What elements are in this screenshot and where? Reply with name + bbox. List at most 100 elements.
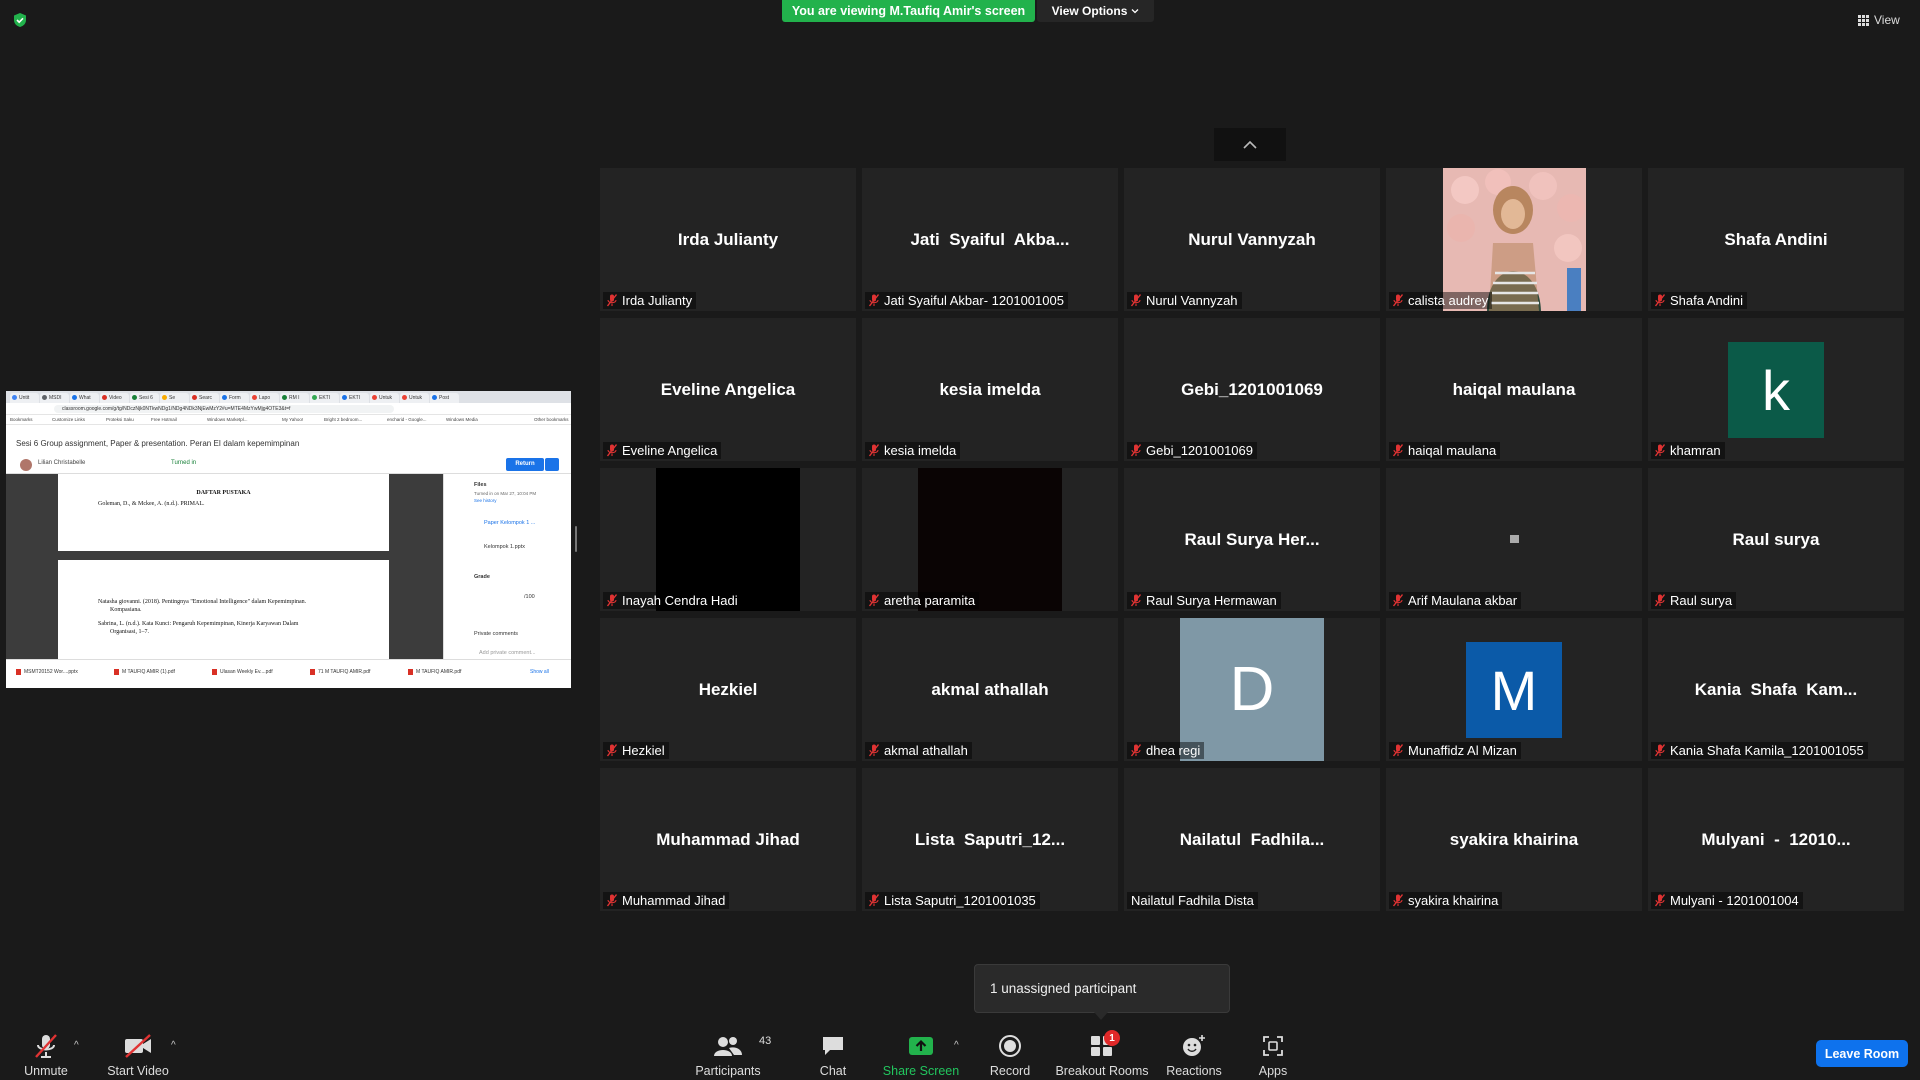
- muted-microphone-icon: [869, 594, 879, 607]
- bookmark-item: encharid - Google...: [387, 417, 427, 422]
- participant-tile[interactable]: Muhammad Jihad Muhammad Jihad: [600, 768, 856, 911]
- participant-tile[interactable]: akmal athallah akmal athallah: [862, 618, 1118, 761]
- browser-url: classroom.google.com/g/tg/NDczNjk0NTkwND…: [54, 405, 394, 413]
- participant-tile[interactable]: Mulyani - 12010... Mulyani - 1201001004: [1648, 768, 1904, 911]
- grade-heading: Grade: [474, 574, 490, 580]
- participant-tile[interactable]: M Munaffidz Al Mizan: [1386, 618, 1642, 761]
- leave-room-button[interactable]: Leave Room: [1816, 1040, 1908, 1067]
- participant-tile[interactable]: Gebi_1201001069 Gebi_1201001069: [1124, 318, 1380, 461]
- turned-in-time: Turned in on Mar 27, 10:04 PM: [474, 491, 537, 496]
- participant-tile[interactable]: Kania Shafa Kam... Kania Shafa Kamila_120…: [1648, 618, 1904, 761]
- participant-tile[interactable]: Inayah Cendra Hadi: [600, 468, 856, 611]
- downloads-bar: MSMT20152 Wor....pptx M TAUFIQ AMIR (1).p…: [6, 659, 571, 688]
- document-page: DAFTAR PUSTAKA Goleman, D., & Mckee, A. …: [58, 474, 389, 551]
- participant-tile[interactable]: Lista Saputri_12... Lista Saputri_1201001…: [862, 768, 1118, 911]
- participant-tile[interactable]: Raul surya Raul surya: [1648, 468, 1904, 611]
- panel-resize-handle[interactable]: [575, 526, 577, 552]
- video-camera-off-icon: [125, 1034, 151, 1058]
- participant-name-label: akmal athallah: [865, 742, 972, 759]
- participant-name: kesia imelda: [884, 443, 957, 458]
- muted-microphone-icon: [1655, 744, 1665, 757]
- start-video-button[interactable]: Start Video: [104, 1031, 172, 1078]
- participant-tile[interactable]: Raul Surya Her... Raul Surya Hermawan: [1124, 468, 1380, 611]
- participant-name: Lista Saputri_1201001035: [884, 893, 1036, 908]
- doc-reference: Natasha giovanni. (2018). Pentingnya "Em…: [98, 599, 307, 605]
- participant-name-label: Muhammad Jihad: [603, 892, 730, 909]
- audio-options-caret[interactable]: ^: [74, 1040, 79, 1051]
- participant-tile[interactable]: Shafa Andini Shafa Andini: [1648, 168, 1904, 311]
- view-options-button[interactable]: View Options: [1037, 0, 1154, 22]
- browser-tab: Lapo: [250, 393, 279, 403]
- apps-label: Apps: [1258, 1064, 1288, 1078]
- participant-tile[interactable]: calista audrey: [1386, 168, 1642, 311]
- participant-tile[interactable]: Ddhea regi: [1124, 618, 1380, 761]
- participant-avatar: M: [1466, 642, 1562, 738]
- download-item: MSMT20152 Wor....pptx: [24, 669, 78, 675]
- participant-name: Irda Julianty: [622, 293, 693, 308]
- security-shield-icon[interactable]: [12, 12, 28, 28]
- browser-tab: Untuk: [370, 393, 399, 403]
- participant-tile[interactable]: syakira khairina syakira khairina: [1386, 768, 1642, 911]
- muted-microphone-icon: [607, 444, 617, 457]
- participant-name-label: Mulyani - 1201001004: [1651, 892, 1803, 909]
- record-label: Record: [989, 1064, 1031, 1078]
- muted-microphone-icon: [1655, 444, 1665, 457]
- participant-display-name: Kania Shafa Kam...: [1694, 679, 1858, 699]
- participant-name-label: aretha paramita: [865, 592, 980, 609]
- participant-avatar: k: [1728, 342, 1824, 438]
- bookmark-item: Free Hotmail: [151, 417, 177, 422]
- apps-button[interactable]: Apps: [1256, 1031, 1290, 1078]
- scroll-up-button[interactable]: [1214, 128, 1286, 161]
- reactions-button[interactable]: Reactions: [1166, 1031, 1222, 1078]
- participant-tile[interactable]: Hezkiel Hezkiel: [600, 618, 856, 761]
- participant-video: [656, 468, 800, 611]
- student-name: Lilian Christabelle: [38, 460, 86, 466]
- participant-name-label: Arif Maulana akbar: [1389, 592, 1522, 609]
- participant-tile[interactable]: Nurul Vannyzah Nurul Vannyzah: [1124, 168, 1380, 311]
- participant-name: Eveline Angelica: [622, 443, 718, 458]
- participant-tile[interactable]: Jati Syaiful Akba... Jati Syaiful Akbar- …: [862, 168, 1118, 311]
- bookmark-item: Windows Marketpl...: [207, 417, 248, 422]
- participant-tile[interactable]: Arif Maulana akbar: [1386, 468, 1642, 611]
- participant-name: Gebi_1201001069: [1146, 443, 1253, 458]
- participant-tile[interactable]: aretha paramita: [862, 468, 1118, 611]
- video-options-caret[interactable]: ^: [171, 1040, 176, 1051]
- record-button[interactable]: Record: [990, 1031, 1030, 1078]
- share-screen-button[interactable]: Share Screen: [883, 1031, 959, 1078]
- participant-video: [918, 468, 1062, 611]
- tooltip-pointer: [1094, 1012, 1108, 1020]
- chat-button[interactable]: Chat: [812, 1031, 854, 1078]
- browser-tab: Post: [430, 393, 459, 403]
- participant-tile[interactable]: haiqal maulana haiqal maulana: [1386, 318, 1642, 461]
- pdf-file-icon: [310, 669, 315, 675]
- participant-name-label: haiqal maulana: [1389, 442, 1501, 459]
- view-layout-button[interactable]: View: [1858, 10, 1900, 30]
- participant-display-name: kesia imelda: [939, 379, 1041, 399]
- breakout-rooms-button[interactable]: 1 Breakout Rooms: [1055, 1030, 1149, 1078]
- participant-name-label: khamran: [1651, 442, 1725, 459]
- submission-status: Turned in: [171, 460, 197, 466]
- muted-microphone-icon: [1393, 744, 1403, 757]
- participant-tile[interactable]: Nailatul Fadhila... Nailatul Fadhila Dist…: [1124, 768, 1380, 911]
- shared-screen[interactable]: Untit MSDI What Video Sesi 6 Se Searc Form Lapo R…: [6, 391, 571, 688]
- participant-name-label: Kania Shafa Kamila_1201001055: [1651, 742, 1868, 759]
- participant-tile[interactable]: Irda Julianty Irda Julianty: [600, 168, 856, 311]
- participants-button[interactable]: 43 Participants: [692, 1031, 771, 1078]
- return-button: Return: [506, 458, 544, 471]
- participant-tile[interactable]: k khamran: [1648, 318, 1904, 461]
- record-icon: [999, 1035, 1021, 1057]
- apps-icon: [1263, 1036, 1283, 1056]
- unassigned-participant-tooltip: 1 unassigned participant: [974, 964, 1230, 1013]
- muted-microphone-icon: [1131, 744, 1141, 757]
- view-options-label: View Options: [1051, 4, 1128, 18]
- pdf-file-icon: [408, 669, 413, 675]
- participant-tile[interactable]: kesia imelda kesia imelda: [862, 318, 1118, 461]
- participant-name: syakira khairina: [1408, 893, 1499, 908]
- browser-tab: MSDI: [40, 393, 69, 403]
- participant-tile[interactable]: Eveline Angelica Eveline Angelica: [600, 318, 856, 461]
- browser-tab: Video: [100, 393, 129, 403]
- share-options-caret[interactable]: ^: [954, 1040, 959, 1051]
- browser-tab: EKTI: [310, 393, 339, 403]
- unmute-button[interactable]: Unmute: [18, 1031, 74, 1078]
- participant-name-label: Irda Julianty: [603, 292, 697, 309]
